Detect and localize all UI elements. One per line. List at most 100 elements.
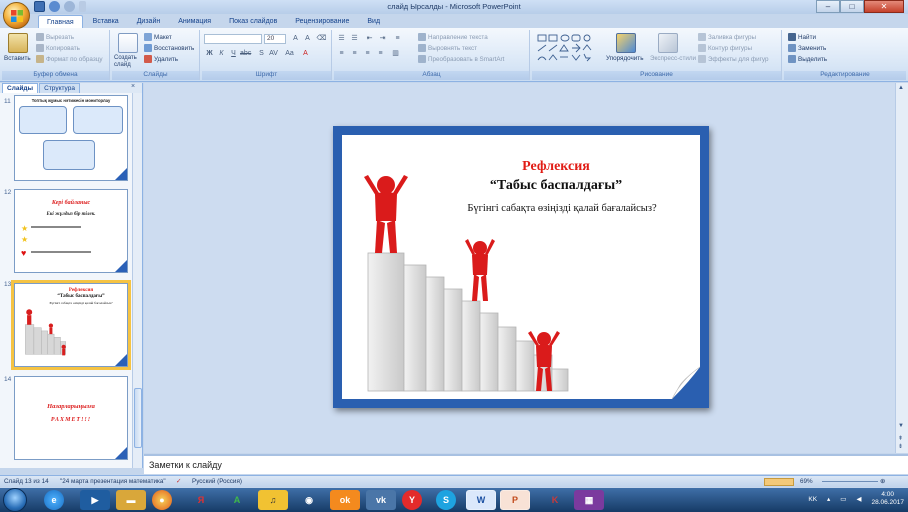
main-scrollbar[interactable]: ▲ ▼ ⇞ ⇟ [895,83,908,453]
zoom-level[interactable]: 69% [800,478,813,485]
ie-icon[interactable]: e [44,490,64,510]
chrome-icon[interactable]: ● [152,490,172,510]
select-button[interactable]: Выделить [788,55,827,63]
network-icon[interactable]: ▭ [840,495,846,503]
archive-icon[interactable]: ▦ [574,490,604,510]
show-hidden-icons-icon[interactable]: ▴ [827,495,830,503]
thumbnails-scrollbar[interactable] [132,93,142,468]
line-spacing-icon[interactable]: ≡ [392,34,403,44]
odnoklassniki-icon[interactable]: ok [330,490,360,510]
tab-insert[interactable]: Вставка [85,15,127,28]
bold-icon[interactable]: Ж [204,49,215,59]
powerpoint-icon[interactable]: P [500,490,530,510]
align-left-icon[interactable]: ≡ [336,49,347,59]
align-text-button[interactable]: Выровнять текст [418,44,477,52]
shadow-icon[interactable]: S [256,49,267,59]
next-slide-icon[interactable]: ⇟ [898,443,907,450]
panel-close-icon[interactable]: × [131,83,135,90]
game-icon[interactable]: ◉ [294,490,324,510]
tab-animations[interactable]: Анимация [170,15,219,28]
view-buttons[interactable] [764,478,794,486]
quick-styles-icon[interactable] [658,33,678,53]
shape-effects-button[interactable]: Эффекты для фигур [698,55,768,63]
slide-thumbnail-13[interactable]: Рефлексия “Табыс баспалдағы” Бүгінгі саб… [11,280,131,370]
theme-name[interactable]: "24 марта презентация математика" [60,478,166,485]
scroll-down-icon[interactable]: ▼ [898,423,907,429]
find-button[interactable]: Найти [788,33,816,41]
current-slide[interactable]: Рефлексия “Табыс баспалдағы” Бүгінгі саб… [333,126,709,408]
language-indicator[interactable]: Русский (Россия) [192,478,242,485]
new-slide-icon[interactable] [118,33,138,53]
success-staircase-picture[interactable] [342,135,700,399]
font-name-combo[interactable] [204,34,262,44]
quick-styles-button[interactable]: Экспресс-стили [650,55,696,62]
font-size-combo[interactable]: 20 [264,34,286,44]
grow-font-icon[interactable]: A [290,34,301,44]
shape-fill-button[interactable]: Заливка фигуры [698,33,756,41]
smartart-button[interactable]: Преобразовать в SmartArt [418,55,504,63]
paste-button[interactable]: Вставить [4,55,31,62]
spacing-icon[interactable]: AV [268,49,279,59]
zoom-slider[interactable] [822,481,878,482]
justify-icon[interactable]: ≡ [375,49,386,59]
minimize-button[interactable]: – [816,0,840,13]
tab-outline[interactable]: Структура [39,83,80,93]
media-player-icon[interactable]: ▶ [80,490,110,510]
copy-button[interactable]: Копировать [36,44,80,52]
layout-button[interactable]: Макет [144,33,172,41]
tab-design[interactable]: Дизайн [129,15,169,28]
spellcheck-icon[interactable]: ✓ [176,478,181,485]
arrange-icon[interactable] [616,33,636,53]
slide-thumbnail-11[interactable]: Топтық жұмыс нәтижесін мониторлау [14,95,128,181]
maximize-button[interactable]: □ [840,0,864,13]
notes-pane[interactable]: Заметки к слайду [144,454,908,474]
app-icon[interactable]: K [540,490,570,510]
arrange-button[interactable]: Упорядочить [606,55,643,62]
tab-slides[interactable]: Слайды [2,83,39,93]
fit-window-icon[interactable]: ⊕ [880,478,885,485]
slide-thumbnail-14[interactable]: Назарларыңызға РАХМЕТ!!! [14,376,128,460]
close-button[interactable]: ✕ [864,0,904,13]
slide-thumbnail-12[interactable]: Кері байланыс Екі жұлдыз бір тілек. ★ ★ … [14,189,128,273]
font-color-icon[interactable]: A [300,49,311,59]
replace-button[interactable]: Заменить [788,44,826,52]
slide-thumbnails[interactable]: 11 Топтық жұмыс нәтижесін мониторлау 12 … [0,93,132,468]
folder-icon[interactable]: ▬ [116,490,146,510]
scrollbar-thumb[interactable] [134,388,142,448]
yandex-browser-icon[interactable]: Y [402,490,422,510]
skype-icon[interactable]: S [436,490,456,510]
underline-icon[interactable]: Ч [228,49,239,59]
align-right-icon[interactable]: ≡ [362,49,373,59]
shapes-gallery-icon[interactable] [536,33,608,63]
tab-home[interactable]: Главная [38,15,83,28]
scroll-up-icon[interactable]: ▲ [898,85,907,91]
clock[interactable]: 4:00 28.06.2017 [871,491,904,507]
word-icon[interactable]: W [466,490,496,510]
strikethrough-icon[interactable]: abc [240,49,251,59]
numbering-icon[interactable]: ☰ [349,34,360,44]
clear-format-icon[interactable]: ⌫ [316,34,327,44]
start-button[interactable] [3,488,27,512]
bullets-icon[interactable]: ☰ [336,34,347,44]
volume-icon[interactable]: ◀ [856,495,861,503]
columns-icon[interactable]: ▥ [390,49,401,59]
tab-review[interactable]: Рецензирование [287,15,357,28]
yandex-icon[interactable]: Я [186,490,216,510]
prev-slide-icon[interactable]: ⇞ [898,435,907,442]
shrink-font-icon[interactable]: A [302,34,313,44]
vk-icon[interactable]: vk [366,490,396,510]
cut-button[interactable]: Вырезать [36,33,74,41]
music-icon[interactable]: ♫ [258,490,288,510]
align-center-icon[interactable]: ≡ [349,49,360,59]
reset-button[interactable]: Восстановить [144,44,194,52]
android-icon[interactable]: A [222,490,252,510]
office-button[interactable] [3,2,30,29]
language-indicator-tray[interactable]: KK [808,496,817,503]
tab-slide-show[interactable]: Показ слайдов [221,15,285,28]
paste-icon[interactable] [8,33,28,53]
decrease-indent-icon[interactable]: ⇤ [364,34,375,44]
increase-indent-icon[interactable]: ⇥ [377,34,388,44]
new-slide-button[interactable]: Создать слайд [114,55,144,69]
italic-icon[interactable]: К [216,49,227,59]
shape-outline-button[interactable]: Контур фигуры [698,44,752,52]
